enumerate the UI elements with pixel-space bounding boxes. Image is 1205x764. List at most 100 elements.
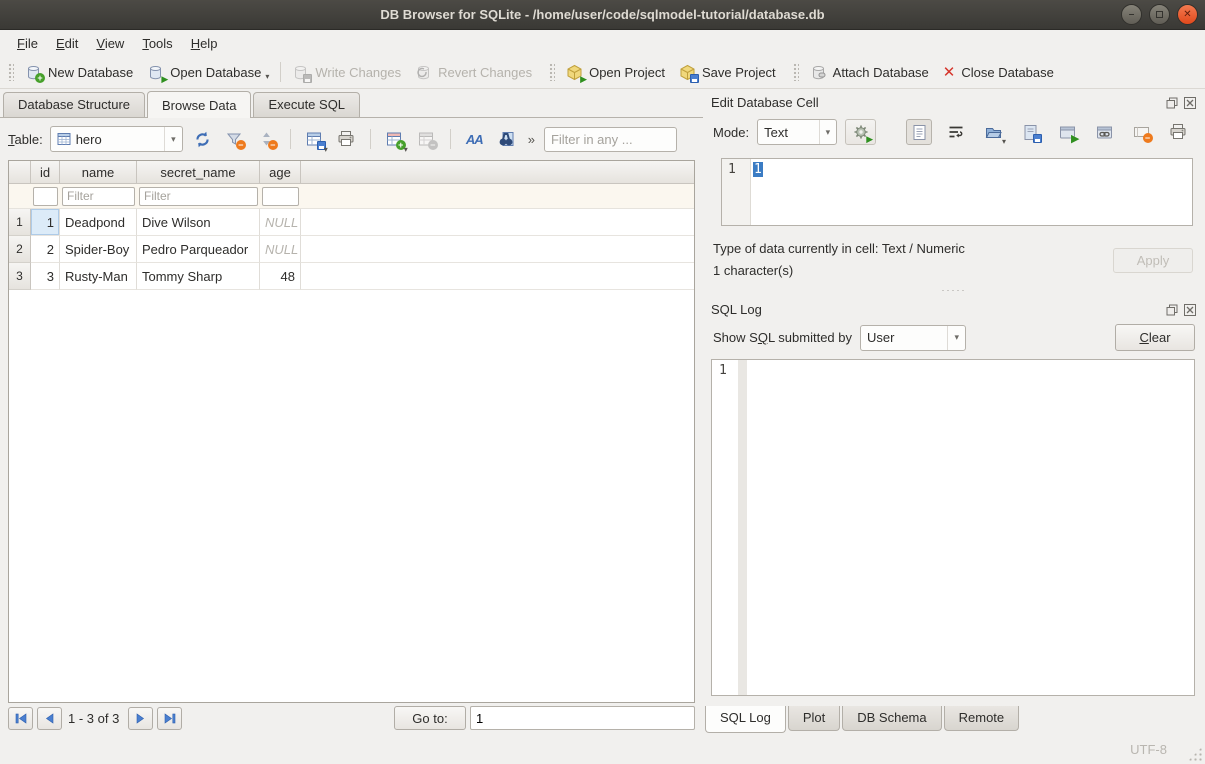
text-view-button[interactable] [906,119,932,145]
minimize-button[interactable]: – [1121,4,1142,25]
cell-name[interactable]: Deadpond [60,209,137,236]
auto-switch-mode-button[interactable]: ▶ [845,119,876,145]
open-in-external-button[interactable]: ▶ [1054,119,1080,145]
refresh-button[interactable] [190,127,215,152]
float-icon [1166,97,1178,109]
sql-log-gutter: 1 [712,360,738,695]
menu-tools[interactable]: Tools [133,33,181,54]
open-database-button[interactable]: ▶ Open Database ▾ [140,60,276,85]
column-header-secret-name[interactable]: secret_name [137,161,260,184]
cell-secret-name[interactable]: Pedro Parqueador [137,236,260,263]
goto-input[interactable] [470,706,695,730]
mode-select[interactable]: Text ▾ [757,119,837,145]
filter-any-input[interactable] [544,127,677,152]
menu-edit[interactable]: Edit [47,33,87,54]
resize-grip[interactable] [1188,747,1202,761]
table-select[interactable]: hero ▾ [50,126,183,152]
row-header[interactable]: 3 [9,263,31,290]
toolbar-drag-handle[interactable] [793,63,799,81]
mode-select-caret-icon: ▾ [819,120,837,144]
menu-file[interactable]: File [8,33,47,54]
tab-browse-data[interactable]: Browse Data [147,91,251,118]
column-header-age[interactable]: age [260,161,301,184]
cell-editor-selection: 1 [753,162,763,177]
new-database-button[interactable]: + New Database [18,60,140,85]
tab-db-schema[interactable]: DB Schema [842,706,941,731]
attach-database-button[interactable]: Attach Database [803,60,936,85]
toolbar-drag-handle[interactable] [8,63,14,81]
filter-input-secret-name[interactable] [139,187,258,206]
print-button[interactable] [334,127,359,152]
tab-sql-log[interactable]: SQL Log [705,706,786,733]
cell-id[interactable]: 1 [31,209,60,236]
disk-badge-icon [1033,134,1042,143]
save-table-button[interactable]: ▾ [302,127,327,152]
mode-select-value: Text [764,125,788,140]
cell-name[interactable]: Spider-Boy [60,236,137,263]
dock-splitter-handle[interactable]: ····· [703,282,1205,298]
first-page-button[interactable] [8,707,33,730]
word-wrap-button[interactable] [943,119,969,145]
open-project-button[interactable]: ▶ Open Project [559,60,672,85]
clear-sorting-button[interactable]: − [254,127,279,152]
sql-log-editor[interactable]: 1 [711,359,1195,696]
filter-input-id[interactable] [33,187,58,206]
close-database-button[interactable]: ✕ Close Database [936,59,1061,85]
next-page-button[interactable] [128,707,153,730]
tab-execute-sql[interactable]: Execute SQL [253,92,360,117]
column-header-id[interactable]: id [31,161,60,184]
grid-corner-header[interactable] [9,161,31,184]
disk-badge-icon [303,74,312,83]
cell-secret-name[interactable]: Tommy Sharp [137,263,260,290]
previous-page-button[interactable] [37,707,62,730]
dock-float-button[interactable] [1165,303,1179,317]
maximize-button[interactable] [1149,4,1170,25]
cell-editor[interactable]: 1 1 [721,158,1193,226]
column-header-name[interactable]: name [60,161,137,184]
font-button[interactable]: AA [462,127,487,152]
toolbar-separator [280,62,281,82]
sql-source-select[interactable]: User ▾ [860,325,966,351]
tab-remote[interactable]: Remote [944,706,1020,731]
last-page-button[interactable] [157,707,182,730]
menu-help[interactable]: Help [182,33,227,54]
goto-button[interactable]: Go to: [394,706,466,730]
tab-database-structure[interactable]: Database Structure [3,92,145,117]
import-data-button[interactable]: ▾ [980,119,1006,145]
row-header[interactable]: 1 [9,209,31,236]
set-null-button[interactable]: − [1128,119,1154,145]
toolbar-drag-handle[interactable] [549,63,555,81]
clear-log-button[interactable]: Clear [1115,324,1195,351]
row-header[interactable]: 2 [9,236,31,263]
filter-input-age[interactable] [262,187,299,206]
dock-close-button[interactable] [1183,96,1197,110]
cell-id[interactable]: 2 [31,236,60,263]
print-cell-button[interactable] [1165,119,1191,145]
cell-age[interactable]: 48 [260,263,301,290]
cell-age[interactable]: NULL [260,236,301,263]
cell-name[interactable]: Rusty-Man [60,263,137,290]
cell-id[interactable]: 3 [31,263,60,290]
save-project-button[interactable]: Save Project [672,60,783,85]
close-button[interactable]: ✕ [1177,4,1198,25]
menu-view[interactable]: View [87,33,133,54]
dock-close-button[interactable] [1183,303,1197,317]
cell-editor-content[interactable]: 1 [751,159,1192,225]
write-changes-icon [292,64,309,81]
tab-plot[interactable]: Plot [788,706,840,731]
disk-badge-icon [690,74,699,83]
export-data-button[interactable] [1017,119,1043,145]
find-button[interactable] [494,127,519,152]
insert-record-button[interactable]: + ▾ [382,127,407,152]
filter-input-name[interactable] [62,187,135,206]
float-icon [1166,304,1178,316]
copy-link-button[interactable] [1091,119,1117,145]
cell-secret-name[interactable]: Dive Wilson [137,209,260,236]
toolbar-overflow-icon[interactable]: » [528,132,535,147]
close-database-label: Close Database [961,65,1054,80]
sql-log-content[interactable] [747,360,1194,695]
document-icon [912,124,927,141]
cell-age[interactable]: NULL [260,209,301,236]
dock-float-button[interactable] [1165,96,1179,110]
clear-filters-button[interactable]: − [222,127,247,152]
